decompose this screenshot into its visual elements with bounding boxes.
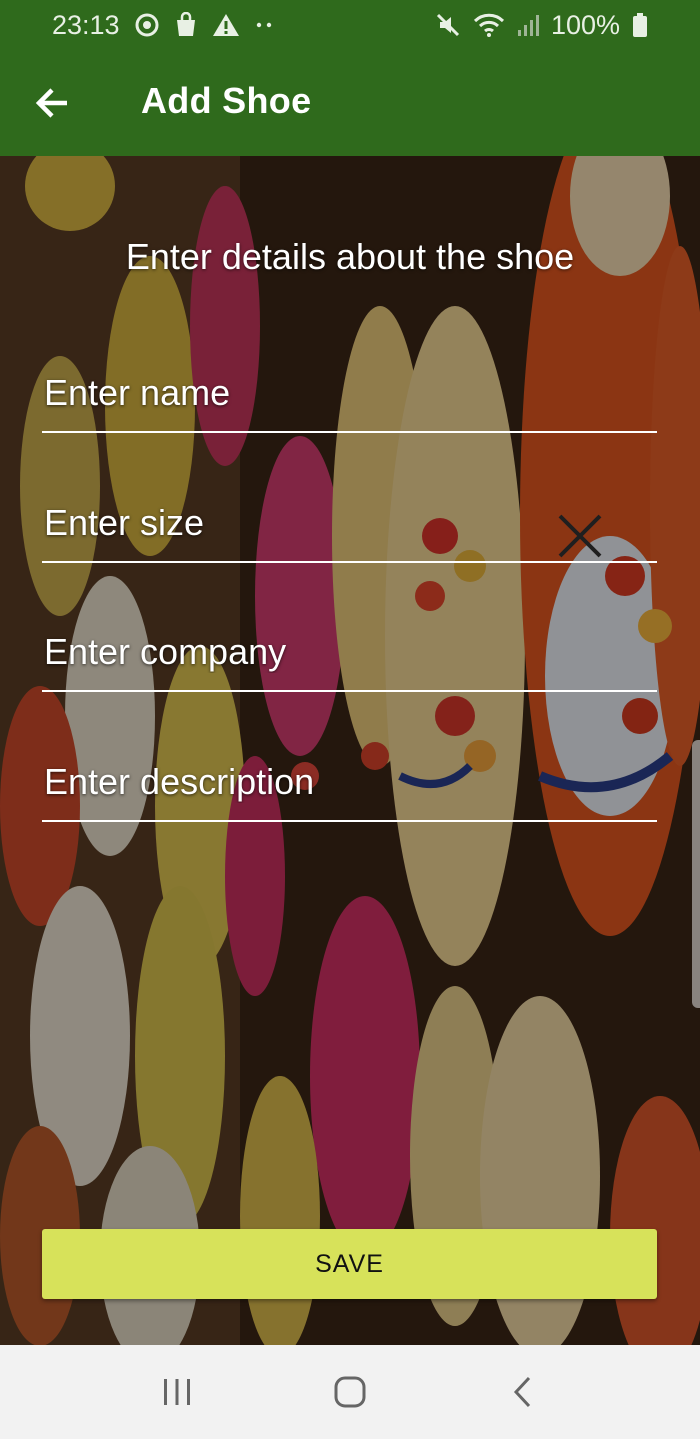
status-bar: 23:13 100% — [0, 0, 700, 50]
description-input[interactable] — [42, 754, 657, 820]
description-field-container — [42, 754, 657, 822]
arrow-back-icon — [35, 88, 67, 118]
nav-back-button[interactable] — [483, 1362, 563, 1422]
battery-percent: 100% — [550, 9, 620, 40]
form-heading: Enter details about the shoe — [125, 236, 575, 277]
warning-icon — [212, 12, 240, 38]
name-field-container — [42, 365, 657, 433]
home-button[interactable] — [310, 1362, 390, 1422]
content-area: Enter details about the shoe SAVE — [0, 156, 700, 1345]
recent-apps-icon — [163, 1379, 190, 1405]
signal-icon — [517, 13, 539, 37]
more-dots-icon — [254, 20, 274, 30]
shopping-bag-icon — [174, 12, 198, 38]
company-field-container — [42, 624, 657, 692]
nav-back-icon — [514, 1376, 531, 1408]
size-input[interactable] — [42, 495, 657, 561]
save-button[interactable]: SAVE — [42, 1229, 657, 1299]
home-icon — [334, 1376, 366, 1408]
wifi-icon — [473, 12, 505, 38]
recent-apps-button[interactable] — [137, 1362, 217, 1422]
back-button[interactable] — [30, 80, 76, 126]
sync-icon — [134, 12, 160, 38]
company-input[interactable] — [42, 624, 657, 690]
status-time: 23:13 — [52, 9, 120, 40]
size-field-container — [42, 495, 657, 563]
mute-icon — [435, 12, 461, 38]
app-bar: Add Shoe — [0, 50, 700, 156]
edge-panel-handle[interactable] — [692, 740, 700, 1008]
battery-icon — [632, 12, 648, 38]
name-input[interactable] — [42, 365, 657, 431]
background-overlay — [0, 156, 700, 1345]
system-navigation-bar — [0, 1345, 700, 1439]
page-title: Add Shoe — [141, 80, 312, 121]
